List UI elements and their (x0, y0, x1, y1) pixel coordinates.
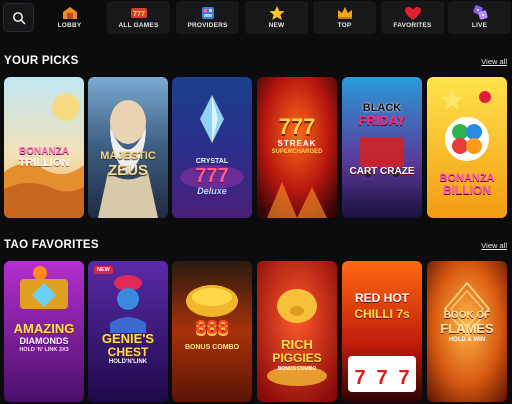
nav-label: NEW (268, 22, 285, 29)
game-title: BOOK OF (443, 310, 491, 321)
game-title: GENIE'S (101, 331, 155, 346)
game-subtitle: SUPERCHARGED (271, 149, 323, 155)
svg-text:7: 7 (398, 367, 409, 389)
new-badge: NEW (94, 266, 113, 274)
game-title: RED HOT (355, 291, 409, 305)
game-card-crystal-777-deluxe[interactable]: CRYSTAL 777 Deluxe (172, 77, 252, 218)
providers-icon (199, 5, 217, 21)
search-button[interactable] (3, 3, 34, 32)
section-title-your-picks: YOUR PICKS (4, 55, 79, 67)
game-title: BONANZA (439, 172, 495, 184)
lobby-icon (61, 5, 79, 21)
game-title: BONANZA (19, 146, 69, 157)
top-navigation: LOBBY 777 ALL GAMES PROVIDERS NEW TOP FA… (0, 0, 512, 36)
game-title: BLACK (362, 102, 402, 114)
game-subtitle: TRILLION (18, 157, 70, 169)
nav-label: TOP (337, 22, 352, 29)
game-card-red-hot-chilli-7s[interactable]: 7 7 7 RED HOT CHILLI 7s (342, 261, 422, 402)
all-games-icon: 777 (130, 5, 148, 21)
game-card-rich-piggies[interactable]: RICH PIGGIES BONUS COMBO (257, 261, 337, 402)
nav-label: LOBBY (57, 22, 82, 29)
game-card-genies-chest[interactable]: NEW GENIE'S CHEST HOLD'N'LINK (88, 261, 168, 402)
game-subtitle: Deluxe (197, 186, 227, 196)
nav-lobby[interactable]: LOBBY (38, 1, 101, 34)
nav-providers[interactable]: PROVIDERS (176, 1, 239, 34)
nav-label: PROVIDERS (187, 22, 228, 29)
nav-label: LIVE (471, 22, 488, 29)
svg-text:7: 7 (376, 367, 387, 389)
nav-label: ALL GAMES (118, 22, 159, 29)
game-title: AMAZING (13, 321, 75, 336)
live-icon (471, 5, 489, 21)
game-subtitle: DIAMONDS (19, 336, 69, 346)
game-card-bonanza-trillion[interactable]: BONANZA TRILLION (4, 77, 84, 218)
nav-new[interactable]: NEW (245, 1, 308, 34)
game-card-black-friday[interactable]: BLACK FRIDAY CART CRAZE (342, 77, 422, 218)
game-subtitle: ZEUS (107, 162, 148, 179)
game-feature: HOLD 'N' LINK 3X3 (19, 347, 69, 353)
crown-icon (336, 5, 354, 21)
game-thumbnail (88, 77, 168, 218)
game-card-777-streak[interactable]: 777 STREAK SUPERCHARGED (257, 77, 337, 218)
nav-favorites[interactable]: FAVORITES (381, 1, 444, 34)
svg-text:777: 777 (133, 11, 145, 18)
game-thumbnail (257, 261, 337, 402)
game-subtitle: BILLION (443, 183, 491, 197)
game-number: 777 (278, 114, 316, 139)
game-card-888-bonus-combo[interactable]: 888 BONUS COMBO (172, 261, 252, 402)
game-subtitle: CHEST (107, 345, 149, 359)
game-subtitle: BONUS COMBO (184, 344, 240, 351)
view-all-link[interactable]: View all (481, 241, 507, 250)
game-feature: BONUS COMBO (277, 366, 317, 372)
nav-label: FAVORITES (393, 22, 432, 29)
game-title: STREAK (277, 139, 317, 148)
game-title: RICH (281, 337, 313, 352)
game-subtitle: FLAMES (440, 321, 494, 336)
view-all-link[interactable]: View all (481, 57, 507, 66)
game-number: 777 (195, 165, 229, 187)
game-thumbnail (172, 77, 252, 218)
game-thumbnail: 7 7 7 (342, 261, 422, 402)
search-icon (12, 11, 25, 24)
game-number: 888 (195, 317, 229, 339)
game-card-amazing-diamonds[interactable]: AMAZING DIAMONDS HOLD 'N' LINK 3X3 (4, 261, 84, 402)
svg-text:7: 7 (354, 367, 365, 389)
game-subtitle: CART CRAZE (349, 166, 415, 177)
game-subtitle: CHILLI 7s (354, 307, 410, 321)
heart-icon (404, 5, 422, 21)
game-subtitle: PIGGIES (272, 351, 322, 365)
nav-all-games[interactable]: 777 ALL GAMES (107, 1, 170, 34)
nav-top[interactable]: TOP (313, 1, 376, 34)
game-title-2: FRIDAY (358, 113, 406, 128)
game-card-bonanza-billion[interactable]: BONANZA BILLION (427, 77, 507, 218)
star-icon (268, 5, 286, 21)
game-card-book-of-flames[interactable]: BOOK OF FLAMES HOLD & WIN (427, 261, 507, 402)
game-card-majestic-zeus[interactable]: MAJESTIC ZEUS (88, 77, 168, 218)
game-feature: HOLD & WIN (448, 337, 486, 343)
section-title-tao-favorites: TAO FAVORITES (4, 239, 99, 251)
nav-live[interactable]: LIVE (448, 1, 511, 34)
game-feature: HOLD'N'LINK (108, 359, 148, 365)
game-thumbnail (342, 77, 422, 218)
game-title: MAJESTIC (100, 150, 156, 162)
